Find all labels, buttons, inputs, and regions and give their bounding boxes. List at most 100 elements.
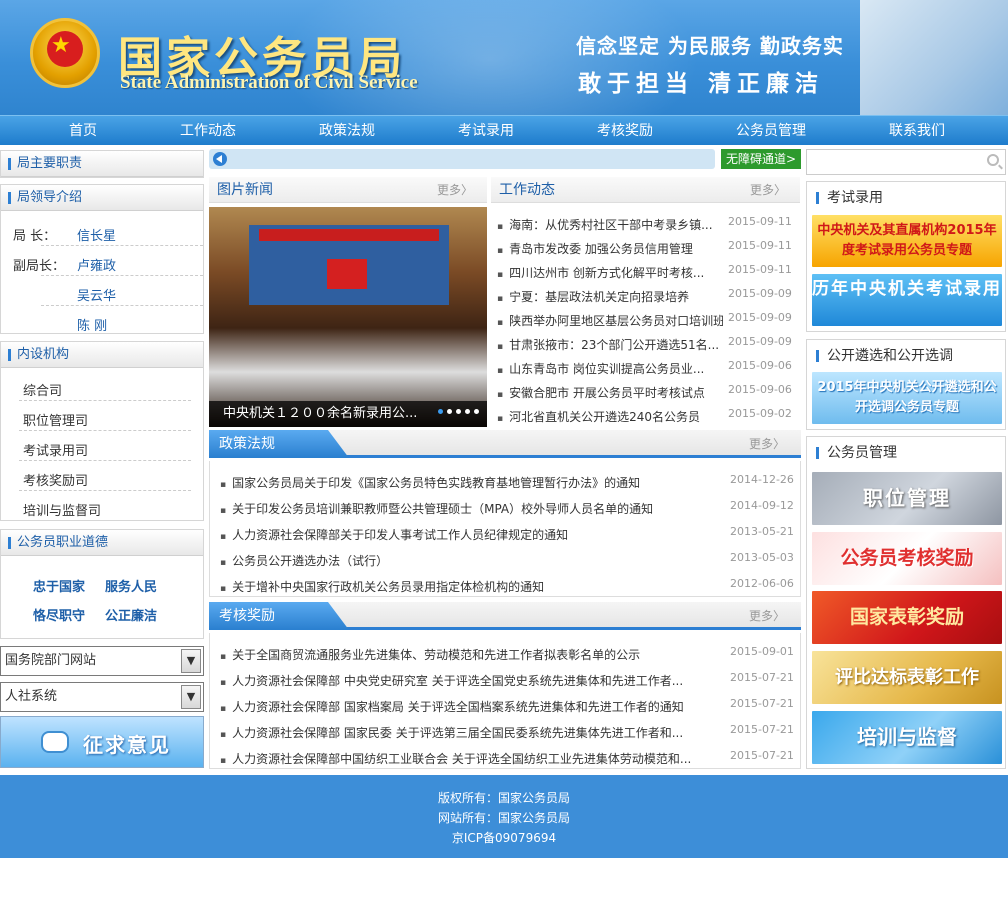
leader-name[interactable]: 信长星	[77, 225, 116, 244]
ethics-title[interactable]: 公务员职业道德	[1, 530, 203, 556]
nav-policy[interactable]: 政策法规	[292, 116, 402, 146]
search-input[interactable]	[806, 149, 1006, 175]
policy-item[interactable]: 关于增补中央国家行政机关公务员录用指定体检机构的通知	[220, 578, 720, 595]
work-news-item[interactable]: 海南：从优秀村社区干部中考录乡镇...	[497, 216, 723, 233]
departments-box: 内设机构 综合司 职位管理司 考试录用司 考核奖励司 培训与监督司	[0, 341, 204, 521]
dept-link[interactable]: 培训与监督司	[23, 500, 101, 519]
dept-link[interactable]: 职位管理司	[23, 410, 88, 429]
dept-link[interactable]: 考核奖励司	[23, 470, 88, 489]
nav-contact[interactable]: 联系我们	[862, 116, 972, 146]
work-news-item[interactable]: 甘肃张掖市：23个部门公开遴选51名...	[497, 336, 723, 353]
notice-ticker	[209, 149, 715, 169]
duties-box: 局主要职责	[0, 150, 204, 178]
news-date: 2015-09-11	[728, 239, 792, 252]
news-date: 2015-09-11	[728, 215, 792, 228]
flag-icon	[327, 259, 367, 289]
departments-title[interactable]: 内设机构	[1, 342, 203, 368]
chevron-down-icon[interactable]: ▼	[181, 649, 201, 673]
news-date: 2015-07-21	[730, 671, 794, 684]
policy-item[interactable]: 关于印发公务员培训兼职教师暨公共管理硕士（MPA）校外导师人员名单的通知	[220, 500, 720, 517]
duties-title[interactable]: 局主要职责	[1, 151, 203, 177]
exam-banner-2015[interactable]: 中央机关及其直属机构2015年度考试录用公务员专题	[812, 215, 1002, 267]
reward-item[interactable]: 关于全国商贸流通服务业先进集体、劳动模范和先进工作者拟表彰名单的公示	[220, 646, 720, 663]
work-news-more-link[interactable]: 更多〉	[750, 177, 786, 203]
mgmt-banner-assessment[interactable]: 公务员考核奖励	[812, 532, 1002, 585]
work-news-item[interactable]: 安徽合肥市 开展公务员平时考核试点	[497, 384, 723, 401]
policy-item[interactable]: 国家公务员局关于印发《国家公务员特色实践教育基地管理暂行办法》的通知	[220, 474, 720, 491]
management-title[interactable]: 公务员管理	[807, 437, 1005, 469]
exam-title[interactable]: 考试录用	[807, 182, 1005, 214]
news-date: 2014-12-26	[730, 473, 794, 486]
nav-work-news[interactable]: 工作动态	[153, 116, 263, 146]
work-news-item[interactable]: 河北省直机关公开遴选240名公务员	[497, 408, 723, 425]
dept-link[interactable]: 综合司	[23, 380, 62, 399]
select-title[interactable]: 公开遴选和公开选调	[807, 340, 1005, 372]
ministry-sites-select[interactable]: 国务院部门网站 ▼	[0, 646, 204, 676]
work-news-item[interactable]: 青岛市发改委 加强公务员信用管理	[497, 240, 723, 257]
nav-exam[interactable]: 考试录用	[431, 116, 541, 146]
reward-title[interactable]: 考核奖励	[209, 602, 349, 630]
site-footer: 版权所有：国家公务员局 网站所有：国家公务员局 京ICP备09079694	[0, 775, 1008, 858]
policy-more-link[interactable]: 更多〉	[749, 430, 785, 458]
news-date: 2015-07-21	[730, 749, 794, 762]
work-news-header: 工作动态 更多〉	[491, 177, 800, 203]
nav-home[interactable]: 首页	[28, 116, 138, 146]
ethic-link[interactable]: 服务人民	[105, 576, 157, 595]
slogan-line-2: 敢于担当 清正廉洁	[578, 71, 825, 97]
reward-item[interactable]: 人力资源社会保障部 中央党史研究室 关于评选全国党史系统先进集体和先进工作者..…	[220, 672, 720, 689]
leader-name[interactable]: 吴云华	[77, 285, 116, 304]
site-title-english: State Administration of Civil Service	[120, 72, 418, 93]
policy-item[interactable]: 人力资源社会保障部关于印发人事考试工作人员纪律规定的通知	[220, 526, 720, 543]
slider-dot[interactable]	[447, 409, 452, 414]
slider-dots	[434, 403, 479, 417]
reward-header: 考核奖励 更多〉	[209, 602, 801, 630]
hr-system-value: 人社系统	[5, 689, 58, 704]
leaders-title[interactable]: 局领导介绍	[1, 185, 203, 211]
work-news-item[interactable]: 陕西举办阿里地区基层公务员对口培训班	[497, 312, 723, 329]
select-banner-2015[interactable]: 2015年中央机关公开遴选和公开选调公务员专题	[812, 372, 1002, 424]
policy-item[interactable]: 公务员公开遴选办法（试行）	[220, 552, 720, 569]
main-nav: 首页 工作动态 政策法规 考试录用 考核奖励 公务员管理 联系我们	[0, 115, 1008, 145]
leaders-box: 局领导介绍 局 长： 信长星 副局长： 卢雍政 吴云华 陈 刚	[0, 184, 204, 334]
reward-item[interactable]: 人力资源社会保障部中国纺织工业联合会 关于评选全国纺织工业先进集体劳动模范和..…	[220, 750, 720, 767]
reward-item[interactable]: 人力资源社会保障部 国家档案局 关于评选全国档案系统先进集体和先进工作者的通知	[220, 698, 720, 715]
news-date: 2015-09-09	[728, 311, 792, 324]
work-news-item[interactable]: 山东青岛市 岗位实训提高公务员业...	[497, 360, 723, 377]
chevron-down-icon[interactable]: ▼	[181, 685, 201, 709]
reward-more-link[interactable]: 更多〉	[749, 602, 785, 630]
nav-reward[interactable]: 考核奖励	[570, 116, 680, 146]
mgmt-banner-position[interactable]: 职位管理	[812, 472, 1002, 525]
photo-news-slider[interactable]: 中央机关１２００余名新录用公...	[209, 207, 487, 427]
slider-dot[interactable]	[474, 409, 479, 414]
exam-banner-history[interactable]: 历年中央机关考试录用	[812, 274, 1002, 326]
nav-management[interactable]: 公务员管理	[716, 116, 826, 146]
footer-icp[interactable]: 京ICP备09079694	[0, 829, 1008, 846]
ethic-link[interactable]: 忠于国家	[33, 576, 85, 595]
slider-dot[interactable]	[465, 409, 470, 414]
search-icon[interactable]	[987, 154, 999, 166]
slider-dot[interactable]	[438, 409, 443, 414]
policy-title[interactable]: 政策法规	[209, 430, 349, 458]
photo-news-header: 图片新闻 更多〉	[209, 177, 487, 203]
leader-name[interactable]: 陈 刚	[77, 315, 107, 334]
leader-role: 副局长：	[13, 259, 66, 274]
hr-system-select[interactable]: 人社系统 ▼	[0, 682, 204, 712]
ethic-link[interactable]: 公正廉洁	[105, 605, 157, 624]
photo-news-more-link[interactable]: 更多〉	[437, 177, 473, 203]
play-icon[interactable]	[213, 152, 227, 166]
dept-link[interactable]: 考试录用司	[23, 440, 88, 459]
leader-name[interactable]: 卢雍政	[77, 255, 116, 274]
photo-news-title: 图片新闻	[217, 182, 273, 198]
accessibility-button[interactable]: 无障碍通道>	[721, 149, 801, 169]
ethic-link[interactable]: 恪尽职守	[33, 605, 85, 624]
mgmt-banner-commendation[interactable]: 国家表彰奖励	[812, 591, 1002, 644]
work-news-item[interactable]: 宁夏：基层政法机关定向招录培养	[497, 288, 723, 305]
work-news-item[interactable]: 四川达州市 创新方式化解平时考核...	[497, 264, 723, 281]
reward-item[interactable]: 人力资源社会保障部 国家民委 关于评选第三届全国民委系统先进集体先进工作者和..…	[220, 724, 720, 741]
ministry-sites-value: 国务院部门网站	[5, 653, 97, 668]
news-date: 2015-09-11	[728, 263, 792, 276]
feedback-banner[interactable]: 征求意见	[0, 716, 204, 768]
mgmt-banner-training[interactable]: 培训与监督	[812, 711, 1002, 764]
slider-dot[interactable]	[456, 409, 461, 414]
mgmt-banner-evaluation[interactable]: 评比达标表彰工作	[812, 651, 1002, 704]
